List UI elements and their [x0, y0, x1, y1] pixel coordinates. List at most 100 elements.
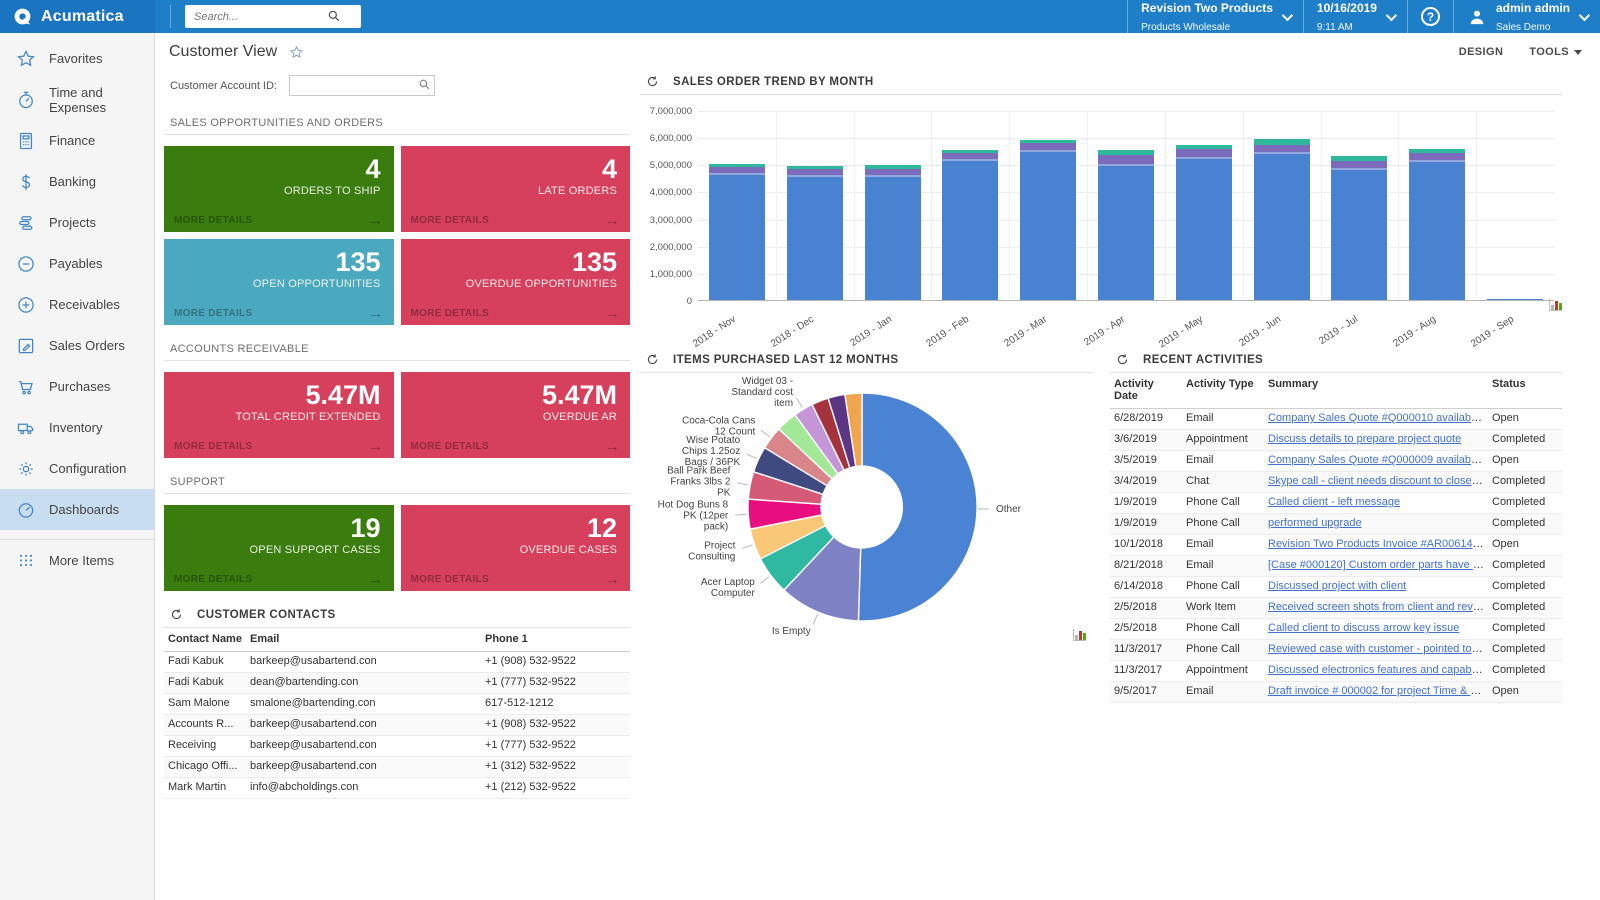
activity-summary-link[interactable]: Company Sales Quote #Q000009 available f… — [1268, 454, 1488, 466]
bar-2019-jun[interactable] — [1254, 139, 1310, 300]
kpi-tile-overdue-opportunities[interactable]: 135OVERDUE OPPORTUNITIESMORE DETAILS→ — [401, 239, 631, 325]
contact-row[interactable]: Fadi Kabukbarkeep@usabartend.con+1 (908)… — [164, 652, 630, 673]
more-details-link[interactable]: MORE DETAILS→ — [174, 308, 384, 319]
donut-slice-other[interactable] — [858, 393, 977, 621]
sidebar-item-projects[interactable]: Projects — [0, 202, 154, 243]
bar-2019-aug[interactable] — [1409, 149, 1465, 300]
column-header-phone-1[interactable]: Phone 1 — [481, 628, 630, 652]
activity-summary-link[interactable]: performed upgrade — [1268, 517, 1362, 529]
bar-2019-mar[interactable] — [1020, 140, 1076, 300]
activity-summary-link[interactable]: Discussed electronics features and capab… — [1268, 664, 1488, 676]
activity-row[interactable]: 1/9/2019Phone Callperformed upgradeCompl… — [1110, 514, 1562, 535]
sidebar-item-configuration[interactable]: Configuration — [0, 448, 154, 489]
bar-2019-jan[interactable] — [865, 165, 921, 300]
sidebar-item-dashboards[interactable]: Dashboards — [0, 489, 154, 530]
activity-summary-link[interactable]: Draft invoice # 000002 for project Time … — [1268, 685, 1488, 697]
activity-summary-link[interactable]: [Case #000120] Custom order parts have m… — [1268, 559, 1488, 571]
sidebar-item-banking[interactable]: Banking — [0, 161, 154, 202]
activity-row[interactable]: 3/5/2019EmailCompany Sales Quote #Q00000… — [1110, 451, 1562, 472]
contact-row[interactable]: Chicago Offi...barkeep@usabartend.con+1 … — [164, 757, 630, 778]
bar-2019-apr[interactable] — [1098, 150, 1154, 300]
kpi-tile-open-opportunities[interactable]: 135OPEN OPPORTUNITIESMORE DETAILS→ — [164, 239, 394, 325]
column-header-activity-date[interactable]: Activity Date — [1110, 373, 1182, 409]
mini-chart-icon[interactable] — [1073, 629, 1086, 641]
kpi-tile-total-credit-extended[interactable]: 5.47MTOTAL CREDIT EXTENDEDMORE DETAILS→ — [164, 372, 394, 458]
business-date-selector[interactable]: 10/16/2019 9:11 AM — [1303, 0, 1407, 33]
kpi-tile-open-support-cases[interactable]: 19OPEN SUPPORT CASESMORE DETAILS→ — [164, 505, 394, 591]
more-details-link[interactable]: MORE DETAILS→ — [411, 215, 621, 226]
contact-row[interactable]: Fadi Kabukdean@bartending.con+1 (777) 53… — [164, 673, 630, 694]
sidebar-item-more-items[interactable]: More Items — [0, 539, 154, 580]
user-menu[interactable]: admin admin Sales Demo — [1453, 0, 1600, 33]
sidebar-item-purchases[interactable]: Purchases — [0, 366, 154, 407]
kpi-tile-overdue-cases[interactable]: 12OVERDUE CASESMORE DETAILS→ — [401, 505, 631, 591]
more-details-link[interactable]: MORE DETAILS→ — [174, 441, 384, 452]
sidebar-item-payables[interactable]: Payables — [0, 243, 154, 284]
customer-account-input[interactable] — [289, 75, 435, 96]
activity-summary-link[interactable]: Received screen shots from client and re… — [1268, 601, 1488, 613]
column-header-contact-name[interactable]: Contact Name — [164, 628, 246, 652]
mini-chart-icon[interactable] — [1549, 299, 1562, 311]
more-details-link[interactable]: MORE DETAILS→ — [174, 215, 384, 226]
activity-summary-link[interactable]: Called client - left message — [1268, 496, 1400, 508]
refresh-icon[interactable] — [646, 353, 659, 366]
kpi-tile-late-orders[interactable]: 4LATE ORDERSMORE DETAILS→ — [401, 146, 631, 232]
bar-2019-may[interactable] — [1176, 145, 1232, 300]
bar-2019-jul[interactable] — [1331, 156, 1387, 300]
activity-summary-link[interactable]: Called client to discuss arrow key issue — [1268, 622, 1459, 634]
activity-summary-link[interactable]: Discussed project with client — [1268, 580, 1406, 592]
search-icon[interactable] — [327, 9, 341, 28]
help-button[interactable]: ? — [1407, 0, 1453, 33]
column-header-summary[interactable]: Summary — [1264, 373, 1488, 409]
activity-summary-link[interactable]: Company Sales Quote #Q000010 available f… — [1268, 412, 1488, 424]
more-details-link[interactable]: MORE DETAILS→ — [411, 574, 621, 585]
activity-row[interactable]: 11/3/2017Phone CallReviewed case with cu… — [1110, 640, 1562, 661]
sidebar-item-finance[interactable]: Finance — [0, 120, 154, 161]
more-details-link[interactable]: MORE DETAILS→ — [411, 441, 621, 452]
activity-row[interactable]: 3/6/2019AppointmentDiscuss details to pr… — [1110, 430, 1562, 451]
activity-row[interactable]: 3/4/2019ChatSkype call - client needs di… — [1110, 472, 1562, 493]
column-header-email[interactable]: Email — [246, 628, 481, 652]
refresh-icon[interactable] — [170, 608, 183, 621]
bar-2018-nov[interactable] — [709, 164, 765, 301]
bar-2018-dec[interactable] — [787, 166, 843, 300]
lookup-icon[interactable] — [418, 78, 431, 96]
activity-row[interactable]: 1/9/2019Phone CallCalled client - left m… — [1110, 493, 1562, 514]
refresh-icon[interactable] — [1116, 353, 1129, 366]
sidebar-item-time-and-expenses[interactable]: Time and Expenses — [0, 79, 154, 120]
favorite-star-icon[interactable] — [289, 45, 304, 60]
more-details-link[interactable]: MORE DETAILS→ — [411, 308, 621, 319]
kpi-tile-overdue-ar[interactable]: 5.47MOVERDUE ARMORE DETAILS→ — [401, 372, 631, 458]
activity-row[interactable]: 2/5/2018Phone CallCalled client to discu… — [1110, 619, 1562, 640]
activity-row[interactable]: 6/28/2019EmailCompany Sales Quote #Q0000… — [1110, 409, 1562, 430]
tools-button[interactable]: TOOLS — [1529, 46, 1582, 58]
contact-row[interactable]: Sam Malonesmalone@bartending.con617-512-… — [164, 694, 630, 715]
column-header-status[interactable]: Status — [1488, 373, 1562, 409]
column-header-activity-type[interactable]: Activity Type — [1182, 373, 1264, 409]
bar-2019-sep[interactable] — [1487, 299, 1543, 300]
more-details-link[interactable]: MORE DETAILS→ — [174, 574, 384, 585]
activity-row[interactable]: 6/14/2018Phone CallDiscussed project wit… — [1110, 577, 1562, 598]
contact-row[interactable]: Receivingbarkeep@usabartend.con+1 (777) … — [164, 736, 630, 757]
activity-row[interactable]: 11/3/2017AppointmentDiscussed electronic… — [1110, 661, 1562, 682]
sidebar-item-inventory[interactable]: Inventory — [0, 407, 154, 448]
activity-summary-link[interactable]: Reviewed case with customer - pointed to… — [1268, 643, 1488, 655]
activity-row[interactable]: 10/1/2018EmailRevision Two Products Invo… — [1110, 535, 1562, 556]
activity-row[interactable]: 8/21/2018Email[Case #000120] Custom orde… — [1110, 556, 1562, 577]
sidebar-item-sales-orders[interactable]: Sales Orders — [0, 325, 154, 366]
company-selector[interactable]: Revision Two Products Products Wholesale — [1127, 0, 1303, 33]
refresh-icon[interactable] — [646, 75, 659, 88]
contact-row[interactable]: Mark Martininfo@abcholdings.con+1 (212) … — [164, 778, 630, 799]
activity-summary-link[interactable]: Revision Two Products Invoice #AR006145 … — [1268, 538, 1488, 550]
kpi-tile-orders-to-ship[interactable]: 4ORDERS TO SHIPMORE DETAILS→ — [164, 146, 394, 232]
activity-summary-link[interactable]: Discuss details to prepare project quote — [1268, 433, 1461, 445]
bar-2019-feb[interactable] — [942, 150, 998, 300]
brand-logo-area[interactable]: Acumatica — [0, 0, 155, 33]
design-button[interactable]: DESIGN — [1459, 46, 1504, 58]
activity-row[interactable]: 2/5/2018Work ItemReceived screen shots f… — [1110, 598, 1562, 619]
activity-summary-link[interactable]: Skype call - client needs discount to cl… — [1268, 475, 1488, 487]
activity-row[interactable]: 9/5/2017EmailDraft invoice # 000002 for … — [1110, 682, 1562, 703]
sidebar-item-receivables[interactable]: Receivables — [0, 284, 154, 325]
contact-row[interactable]: Accounts R...barkeep@usabartend.con+1 (9… — [164, 715, 630, 736]
sidebar-item-favorites[interactable]: Favorites — [0, 38, 154, 79]
